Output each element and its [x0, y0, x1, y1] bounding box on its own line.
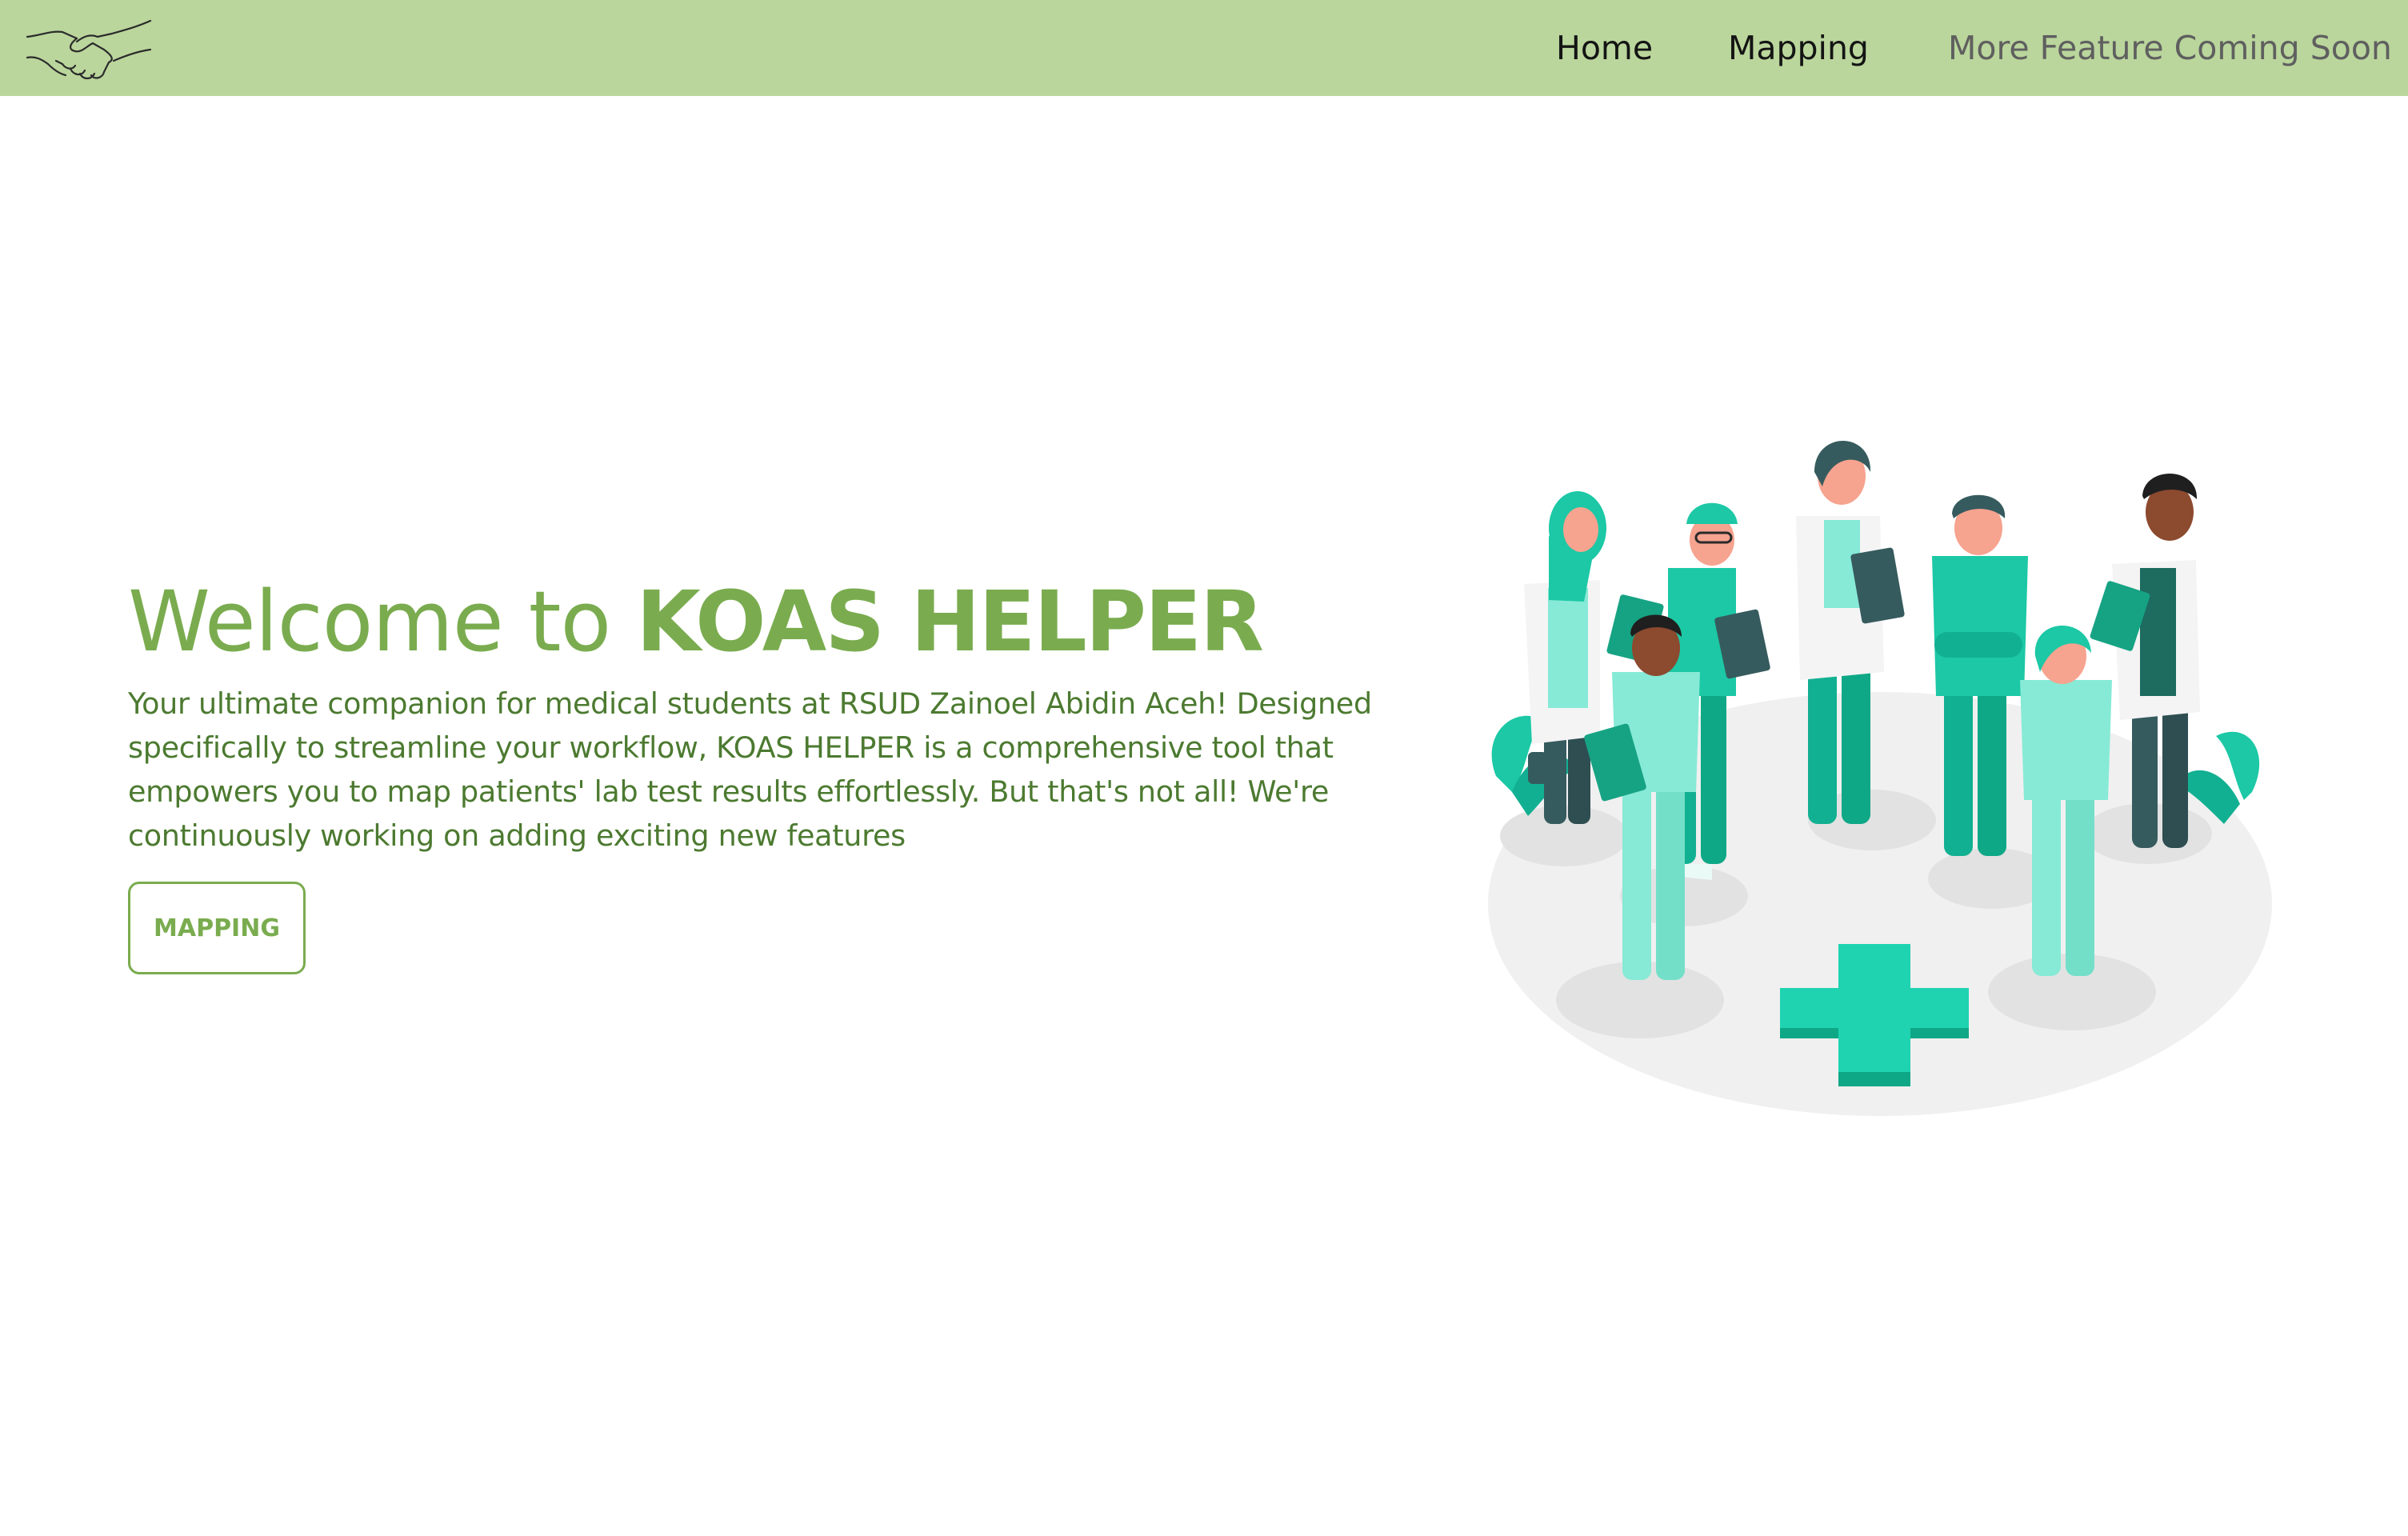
- nav-link-home[interactable]: Home: [1556, 26, 1653, 70]
- hero-title-prefix: Welcome to: [128, 573, 611, 670]
- mapping-button[interactable]: MAPPING: [128, 882, 306, 974]
- nav-link-mapping[interactable]: Mapping: [1728, 26, 1869, 70]
- nav-link-more-features[interactable]: More Feature Coming Soon: [1948, 26, 2392, 70]
- medical-team-illustration: [1488, 441, 2272, 1116]
- hero-title-brand: KOAS HELPER: [636, 573, 1264, 670]
- handshake-icon[interactable]: [24, 13, 154, 83]
- top-navbar: Home Mapping More Feature Coming Soon: [0, 0, 2408, 96]
- hero-title: Welcome to KOAS HELPER: [128, 570, 1264, 674]
- hero-description: Your ultimate companion for medical stud…: [128, 686, 1372, 853]
